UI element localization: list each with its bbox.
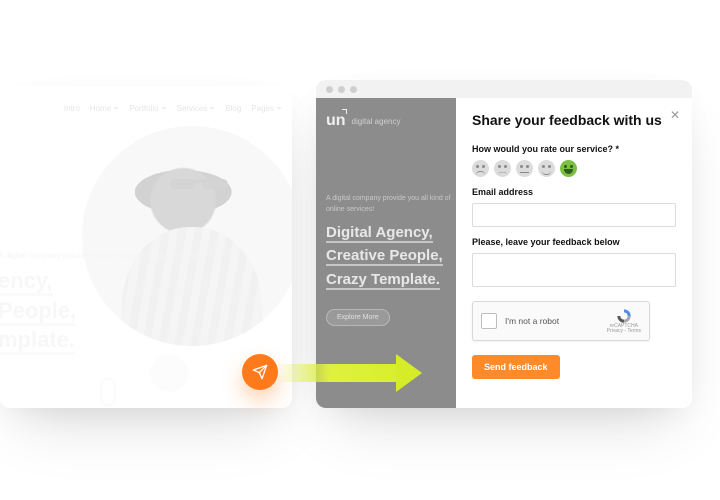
rating-option-4[interactable] bbox=[538, 160, 555, 177]
close-icon[interactable]: ✕ bbox=[670, 108, 680, 122]
recaptcha-badge: reCAPTCHA Privacy - Terms bbox=[607, 308, 641, 335]
feedback-launcher-button[interactable] bbox=[242, 354, 278, 390]
feedback-textarea[interactable] bbox=[472, 253, 676, 287]
recaptcha-label: I'm not a robot bbox=[505, 316, 599, 326]
rating-faces bbox=[472, 160, 676, 177]
explore-more-button[interactable]: Explore More bbox=[326, 309, 390, 326]
recaptcha-checkbox[interactable] bbox=[481, 313, 497, 329]
send-feedback-button[interactable]: Send feedback bbox=[472, 355, 560, 379]
rating-option-3[interactable] bbox=[516, 160, 533, 177]
paper-plane-icon bbox=[252, 364, 268, 380]
rating-option-5[interactable] bbox=[560, 160, 577, 177]
recaptcha-widget[interactable]: I'm not a robot reCAPTCHA Privacy - Term… bbox=[472, 301, 650, 341]
window-chrome bbox=[316, 80, 692, 98]
feedback-modal: ✕ Share your feedback with us How would … bbox=[456, 98, 692, 408]
rating-option-2[interactable] bbox=[494, 160, 511, 177]
modal-title: Share your feedback with us bbox=[472, 112, 676, 128]
transition-arrow-icon bbox=[278, 356, 438, 390]
email-label: Email address bbox=[472, 187, 676, 197]
hero-intro-text: A digital company provide you all kind o… bbox=[326, 194, 456, 215]
hero-headline: Digital Agency, Creative People, Crazy T… bbox=[326, 221, 456, 291]
rating-label: How would you rate our service? * bbox=[472, 144, 676, 154]
recaptcha-icon bbox=[615, 308, 633, 324]
feedback-label: Please, leave your feedback below bbox=[472, 237, 676, 247]
site-logo: undigital agency bbox=[326, 112, 456, 130]
rating-option-1[interactable] bbox=[472, 160, 489, 177]
email-field[interactable] bbox=[472, 203, 676, 227]
